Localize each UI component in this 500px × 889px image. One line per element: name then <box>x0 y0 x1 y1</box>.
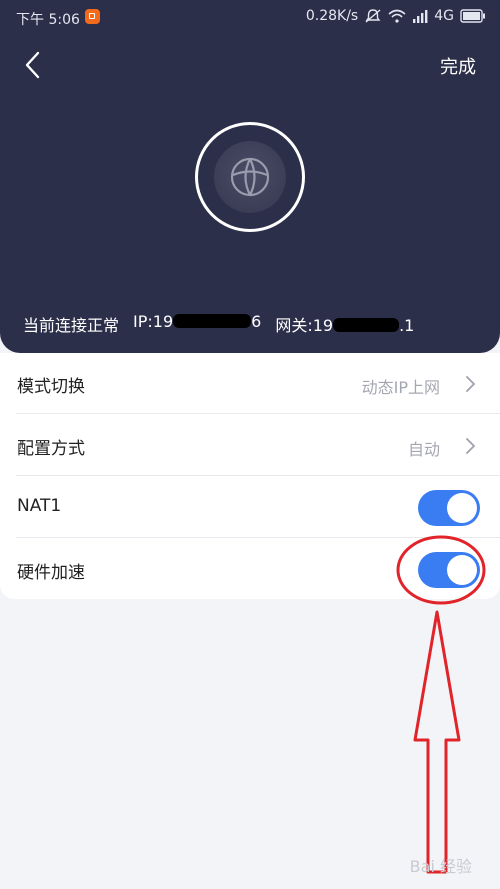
hardware-acceleration-toggle[interactable] <box>418 552 480 588</box>
mode-switch-value: 动态IP上网 <box>361 378 440 397</box>
nat-label: NAT1 <box>17 496 62 516</box>
mute-icon <box>364 8 382 24</box>
globe-icon <box>214 141 286 213</box>
mode-switch-row[interactable]: 模式切换 动态IP上网 <box>0 353 500 414</box>
toggle-knob <box>447 555 477 585</box>
battery-icon <box>460 9 486 23</box>
connection-info: 当前连接正常 IP:19 6 网关:19.1 <box>23 312 414 336</box>
header-panel: 下午 5:06 0.28K/s 4G 完成 当前连接正常 IP:19 6 网关:… <box>0 0 500 353</box>
divider <box>16 475 500 476</box>
nat-row: NAT1 <box>0 477 500 538</box>
mode-switch-label: 模式切换 <box>17 377 85 397</box>
chevron-right-icon <box>466 438 475 454</box>
hardware-acceleration-row: 硬件加速 <box>0 539 500 600</box>
toggle-knob <box>447 493 477 523</box>
signal-icon <box>412 9 428 23</box>
connection-status: 当前连接正常 <box>23 316 120 335</box>
network-type: 4G <box>434 8 454 24</box>
chevron-right-icon <box>466 376 475 392</box>
status-time: 下午 5:06 <box>16 12 80 28</box>
done-button[interactable]: 完成 <box>440 53 476 79</box>
hardware-acceleration-label: 硬件加速 <box>17 563 85 583</box>
nat-toggle[interactable] <box>418 490 480 526</box>
config-method-label: 配置方式 <box>17 439 85 459</box>
ip-address: IP:19 6 <box>133 312 262 331</box>
back-chevron-icon <box>25 51 40 79</box>
redaction-mark <box>333 318 400 332</box>
wifi-icon <box>388 9 406 23</box>
redaction-mark <box>173 314 252 328</box>
gateway-address: 网关:19.1 <box>275 316 415 335</box>
config-method-value: 自动 <box>407 440 440 459</box>
pointer-arrow <box>413 610 461 874</box>
status-indicators: 0.28K/s 4G <box>306 8 486 24</box>
app-notification-icon <box>85 9 100 24</box>
status-bar: 下午 5:06 0.28K/s 4G <box>0 0 500 34</box>
back-button[interactable] <box>20 48 50 82</box>
network-speed: 0.28K/s <box>305 8 359 24</box>
divider <box>16 413 500 414</box>
watermark: Bai 经验 <box>409 857 472 876</box>
config-method-row[interactable]: 配置方式 自动 <box>0 415 500 476</box>
connection-indicator <box>195 122 305 232</box>
settings-list: 模式切换 动态IP上网 配置方式 自动 NAT1 硬件加速 <box>0 353 500 599</box>
divider <box>16 537 500 538</box>
